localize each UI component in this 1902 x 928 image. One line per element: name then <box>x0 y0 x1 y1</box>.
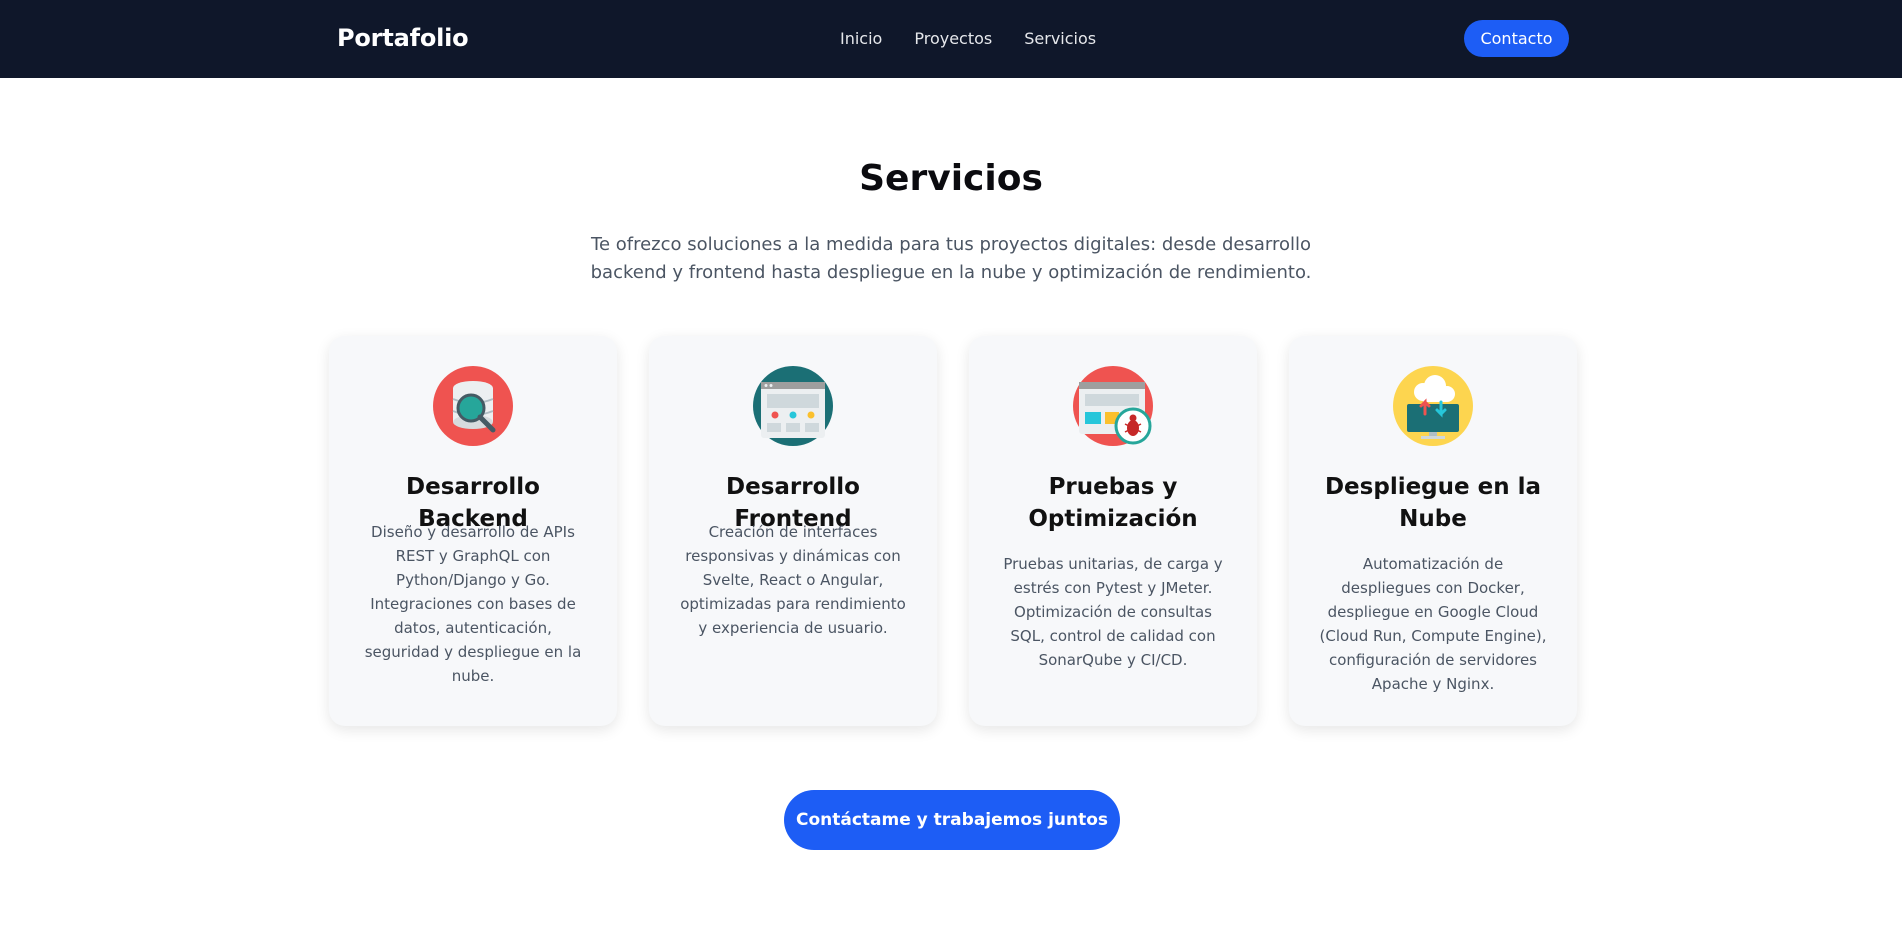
service-card-cloud: Despliegue en la Nube Automatización de … <box>1289 336 1577 726</box>
cloud-deploy-icon <box>1393 366 1473 446</box>
nav-link-inicio[interactable]: Inicio <box>840 29 882 48</box>
brand-logo[interactable]: Portafolio <box>337 24 469 52</box>
service-card-frontend: Desarrollo Frontend Creación de interfac… <box>649 336 937 726</box>
service-card-backend: Desarrollo Backend Diseño y desarrollo d… <box>329 336 617 726</box>
nav-link-servicios[interactable]: Servicios <box>1024 29 1096 48</box>
contact-cta-button[interactable]: Contáctame y trabajemos juntos <box>784 790 1120 850</box>
main-nav: Inicio Proyectos Servicios <box>840 29 1096 48</box>
card-description: Diseño y desarrollo de APIs REST y Graph… <box>364 523 582 685</box>
card-title: Despliegue en la Nube <box>1324 474 1542 532</box>
card-title: Pruebas y Optimización <box>1028 474 1198 532</box>
service-card-testing: Pruebas y Optimización Pruebas unitarias… <box>969 336 1257 726</box>
card-description: Pruebas unitarias, de carga y estrés con… <box>1003 555 1223 669</box>
bug-testing-icon <box>1073 366 1153 446</box>
contact-button[interactable]: Contacto <box>1464 20 1569 57</box>
card-description: Creación de interfaces responsivas y din… <box>680 523 906 637</box>
nav-link-proyectos[interactable]: Proyectos <box>914 29 992 48</box>
section-subtitle: Te ofrezco soluciones a la medida para t… <box>590 234 1312 283</box>
database-search-icon <box>433 366 513 446</box>
card-description: Automatización de despliegues con Docker… <box>1319 555 1547 693</box>
section-title: Servicios <box>859 158 1043 199</box>
web-interface-icon <box>753 366 833 446</box>
top-navbar: Portafolio Inicio Proyectos Servicios Co… <box>0 0 1902 78</box>
